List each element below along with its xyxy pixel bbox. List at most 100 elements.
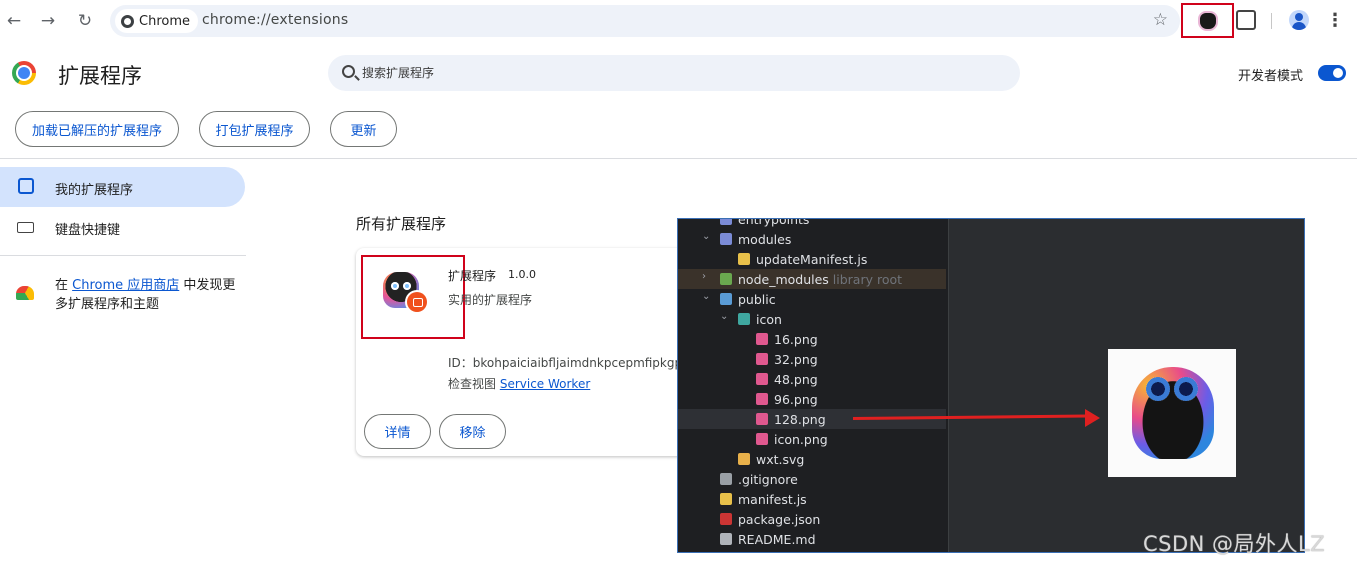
folder-file-icon <box>720 233 732 245</box>
chevron-down-icon[interactable]: ⌄ <box>702 231 710 242</box>
store-prefix: 在 <box>55 278 73 293</box>
load-unpacked-button[interactable]: 加载已解压的扩展程序 <box>15 111 179 147</box>
web-store-icon <box>16 286 34 300</box>
forward-arrow-icon[interactable]: → <box>36 9 60 33</box>
md-file-icon <box>720 533 732 545</box>
file-tree-row[interactable]: entrypoints <box>678 219 946 229</box>
update-button[interactable]: 更新 <box>330 111 397 147</box>
extension-version: 1.0.0 <box>508 268 536 281</box>
inspect-prefix: 检查视图 <box>448 377 500 391</box>
file-tree-label: icon.png <box>774 432 828 447</box>
file-tree-label: updateManifest.js <box>756 252 868 267</box>
service-worker-link[interactable]: Service Worker <box>500 377 590 391</box>
file-tree-row[interactable]: 96.png <box>678 389 946 409</box>
file-tree-row[interactable]: › node_modules library root <box>678 269 946 289</box>
unpacked-badge-icon <box>407 292 427 312</box>
details-button[interactable]: 详情 <box>364 414 431 449</box>
sidebar-item-label[interactable]: 我的扩展程序 <box>55 179 133 198</box>
file-tree-label: wxt.svg <box>756 452 805 467</box>
file-tree-label: manifest.js <box>738 492 807 507</box>
git-file-icon <box>720 473 732 485</box>
file-tree-row[interactable]: ⌄ modules <box>678 229 946 249</box>
cat-eye-icon <box>391 282 399 290</box>
cat-eye-icon <box>1146 377 1170 401</box>
url-text[interactable]: chrome://extensions <box>202 12 348 28</box>
file-tree-row[interactable]: icon.png <box>678 429 946 449</box>
file-tree-row[interactable]: wxt.svg <box>678 449 946 469</box>
pinned-extension-button[interactable] <box>1181 3 1234 38</box>
header-divider <box>0 158 1357 159</box>
remove-button[interactable]: 移除 <box>439 414 506 449</box>
folder-teal-file-icon <box>738 313 750 325</box>
chrome-logo-icon <box>12 61 36 85</box>
file-tree-label: icon <box>756 312 782 327</box>
chevron-down-icon[interactable]: ⌄ <box>720 311 728 322</box>
file-tree-row[interactable]: 48.png <box>678 369 946 389</box>
cat-illustration-icon <box>1132 367 1214 459</box>
folder-web-file-icon <box>720 293 732 305</box>
menu-kebab-icon[interactable]: ⋮ <box>1326 10 1344 31</box>
js-file-icon <box>720 493 732 505</box>
toolbar-separator <box>1271 13 1272 29</box>
profile-avatar-icon[interactable] <box>1289 10 1309 30</box>
back-arrow-icon[interactable]: ← <box>2 9 26 33</box>
sidebar-divider <box>0 255 246 256</box>
extension-card: 扩展程序 1.0.0 实用的扩展程序 ID：bkohpaiciaibfljaim… <box>356 248 686 456</box>
cat-extension-icon <box>1199 12 1216 29</box>
search-input[interactable] <box>362 55 962 91</box>
chevron-right-icon[interactable]: › <box>702 271 706 282</box>
page-title: 扩展程序 <box>58 64 142 88</box>
file-tree-label: 48.png <box>774 372 818 387</box>
file-tree-row[interactable]: 16.png <box>678 329 946 349</box>
js-file-icon <box>738 253 750 265</box>
folder-green-file-icon <box>720 273 732 285</box>
developer-mode-toggle[interactable] <box>1318 65 1346 81</box>
file-tree-row[interactable]: updateManifest.js <box>678 249 946 269</box>
file-tree-label: README.md <box>738 532 816 547</box>
file-tree-row[interactable]: .gitignore <box>678 469 946 489</box>
reload-icon[interactable]: ↻ <box>73 9 97 33</box>
image-file-icon <box>756 433 768 445</box>
chrome-chip[interactable]: Chrome <box>115 9 198 33</box>
file-tree-label: 96.png <box>774 392 818 407</box>
web-store-promo: 在 Chrome 应用商店 中发现更多扩展程序和主题 <box>55 276 245 314</box>
red-arrow-head-icon <box>1085 409 1100 427</box>
chrome-chip-label: Chrome <box>139 13 190 29</box>
npm-file-icon <box>720 513 732 525</box>
extensions-puzzle-icon[interactable] <box>1236 10 1256 30</box>
cat-eye-icon <box>1174 377 1198 401</box>
search-icon <box>342 65 355 78</box>
file-tree-row[interactable]: README.md <box>678 529 946 549</box>
section-title: 所有扩展程序 <box>356 215 447 233</box>
sidebar-item-keyboard-shortcuts[interactable]: 键盘快捷键 <box>55 219 120 238</box>
image-file-icon <box>756 413 768 425</box>
file-tree-label: node_modules library root <box>738 272 903 287</box>
puzzle-piece-icon <box>18 178 34 194</box>
file-tree-label: package.json <box>738 512 821 527</box>
icon-preview-image <box>1108 349 1236 477</box>
image-file-icon <box>756 333 768 345</box>
file-tree-row[interactable]: 32.png <box>678 349 946 369</box>
file-tree-row[interactable]: package.json <box>678 509 946 529</box>
file-tree-label: .gitignore <box>738 472 798 487</box>
file-tree-row[interactable]: ⌄ icon <box>678 309 946 329</box>
search-bar[interactable] <box>328 55 1020 91</box>
address-bar[interactable]: Chrome chrome://extensions ☆ <box>110 5 1180 37</box>
cat-eye-icon <box>403 282 411 290</box>
watermark: CSDN @局外人LZ <box>1143 532 1326 556</box>
browser-toolbar: ← → ↻ Chrome chrome://extensions ☆ ⋮ <box>0 0 1357 42</box>
file-tree-row[interactable]: manifest.js <box>678 489 946 509</box>
file-tree-label: 32.png <box>774 352 818 367</box>
web-store-link[interactable]: Chrome 应用商店 <box>72 278 179 293</box>
developer-mode-label: 开发者模式 <box>1238 69 1304 84</box>
file-tree-row[interactable]: ⌄ public <box>678 289 946 309</box>
chevron-down-icon[interactable]: ⌄ <box>702 291 710 302</box>
bookmark-star-icon[interactable]: ☆ <box>1153 10 1168 30</box>
file-tree-label: 16.png <box>774 332 818 347</box>
pack-extension-button[interactable]: 打包扩展程序 <box>199 111 310 147</box>
file-tree-suffix: library root <box>828 272 903 287</box>
folder-file-icon <box>720 219 732 225</box>
keyboard-icon <box>17 222 34 233</box>
file-tree-label: 128.png <box>774 412 826 427</box>
svg-file-icon <box>738 453 750 465</box>
